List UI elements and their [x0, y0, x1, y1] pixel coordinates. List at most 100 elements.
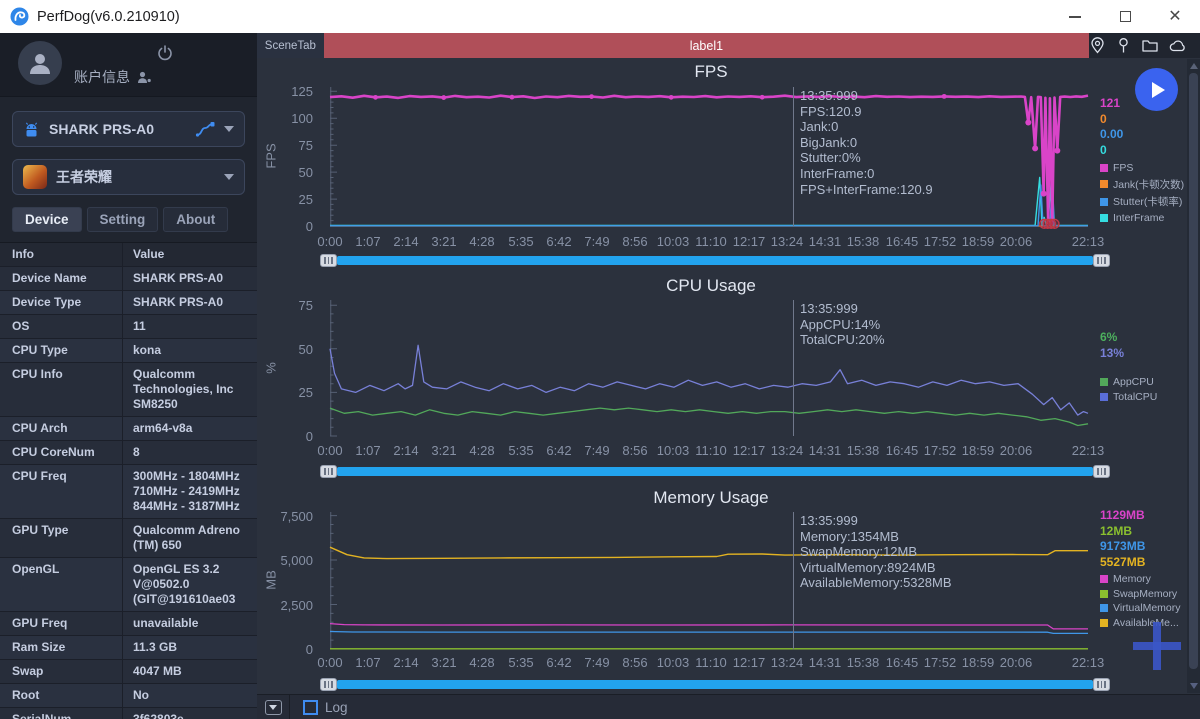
play-button[interactable] — [1135, 68, 1178, 111]
current-value: 0 — [1100, 112, 1123, 128]
x-tick-label: 22:13 — [1072, 443, 1105, 458]
x-tick-label: 2:14 — [393, 655, 418, 670]
value-cell: arm64-v8a — [122, 417, 257, 440]
y-axis-ticks: 0255075100125 — [257, 87, 321, 226]
legend-item[interactable]: InterFrame — [1100, 212, 1184, 224]
location-marker-icon[interactable] — [1089, 37, 1106, 54]
x-tick-label: 12:17 — [733, 234, 766, 249]
legend-item[interactable]: VirtualMemory — [1100, 602, 1181, 614]
minimize-button[interactable] — [1050, 0, 1100, 33]
legend-item[interactable]: TotalCPU — [1100, 391, 1157, 403]
series-interframe — [330, 178, 1088, 226]
legend-item[interactable]: Jank(卡顿次数) — [1100, 177, 1184, 192]
table-row: SerialNum3f62803e — [0, 708, 257, 719]
x-tick-label: 17:52 — [924, 443, 957, 458]
table-row: OpenGLOpenGL ES 3.2 V@0502.0 (GIT@191610… — [0, 558, 257, 612]
pin-icon[interactable] — [1115, 37, 1132, 54]
legend-label: InterFrame — [1113, 212, 1164, 224]
x-tick-label: 14:31 — [809, 234, 842, 249]
account-label[interactable]: 账户信息 — [74, 67, 152, 87]
power-button[interactable] — [157, 45, 173, 66]
current-value: 12MB — [1100, 524, 1145, 540]
scrollbar-right-grip[interactable] — [1093, 465, 1110, 478]
info-cell: OS — [0, 315, 122, 338]
info-cell: GPU Freq — [0, 612, 122, 635]
series-memory — [330, 624, 1088, 629]
device-selector[interactable]: SHARK PRS-A0 — [12, 111, 245, 147]
y-axis — [330, 512, 337, 649]
collapse-cell — [257, 695, 290, 719]
cloud-icon[interactable] — [1168, 37, 1188, 54]
scroll-down-arrow-icon[interactable] — [1190, 683, 1198, 689]
value-cell: unavailable — [122, 612, 257, 635]
avatar[interactable] — [18, 41, 62, 85]
add-annotation-button[interactable] — [1133, 622, 1181, 670]
scrollbar-left-grip[interactable] — [320, 254, 337, 267]
x-tick-label: 10:03 — [657, 443, 690, 458]
x-tick-label: 15:38 — [847, 443, 880, 458]
x-tick-label: 3:21 — [431, 234, 456, 249]
x-tick-label: 0:00 — [317, 443, 342, 458]
tab-device[interactable]: Device — [12, 207, 82, 232]
scrollbar-track[interactable] — [337, 256, 1093, 265]
tab-about[interactable]: About — [163, 207, 228, 232]
scene-tab-label1[interactable]: label1 — [324, 33, 1089, 58]
table-row: CPU Typekona — [0, 339, 257, 363]
top-icon-strip — [1089, 33, 1200, 58]
x-tick-label: 17:52 — [924, 234, 957, 249]
plot-area: 13:35:999Memory:1354MBSwapMemory:12MBVir… — [330, 512, 1092, 649]
legend-item[interactable]: SwapMemory — [1100, 588, 1181, 600]
scrollbar-track[interactable] — [337, 680, 1093, 689]
legend-item[interactable]: Memory — [1100, 573, 1181, 585]
timeline-scrollbar[interactable] — [320, 678, 1110, 691]
device-selector-value: SHARK PRS-A0 — [49, 121, 186, 137]
tab-setting[interactable]: Setting — [87, 207, 159, 232]
series-virtualmemory — [330, 632, 1088, 634]
legend-item[interactable]: AppCPU — [1100, 376, 1157, 388]
x-axis-ticks: 0:001:072:143:214:285:356:427:498:5610:0… — [330, 443, 1092, 459]
scrollbar-right-grip[interactable] — [1093, 254, 1110, 267]
timeline-scrollbar[interactable] — [320, 254, 1110, 267]
legend-label: TotalCPU — [1113, 391, 1157, 403]
table-row: GPU TypeQualcomm Adreno (TM) 650 — [0, 519, 257, 558]
current-value: 121 — [1100, 96, 1123, 112]
log-label: Log — [325, 700, 348, 715]
scroll-up-arrow-icon[interactable] — [1190, 63, 1198, 69]
folder-icon[interactable] — [1141, 37, 1159, 54]
x-tick-label: 10:03 — [657, 234, 690, 249]
y-tick-label: 25 — [299, 192, 313, 207]
legend-item[interactable]: Stutter(卡顿率) — [1100, 194, 1184, 209]
info-cell: CPU CoreNum — [0, 441, 122, 464]
legend-swatch — [1100, 214, 1108, 222]
table-row: InfoValue — [0, 243, 257, 267]
data-marker — [942, 94, 947, 99]
scrollbar-left-grip[interactable] — [320, 465, 337, 478]
sidebar: 账户信息 — [0, 33, 257, 719]
app-selector[interactable]: 王者荣耀 — [12, 159, 245, 195]
scrollbar-right-grip[interactable] — [1093, 678, 1110, 691]
log-checkbox[interactable] — [303, 700, 318, 715]
series-appcpu — [330, 408, 1088, 425]
scrollbar-track[interactable] — [337, 467, 1093, 476]
vertical-scrollbar[interactable] — [1187, 59, 1200, 693]
close-button[interactable]: ✕ — [1150, 0, 1200, 33]
x-tick-label: 16:45 — [886, 443, 919, 458]
data-marker — [441, 95, 446, 100]
vertical-scrollbar-thumb[interactable] — [1189, 73, 1198, 669]
value-cell: OpenGL ES 3.2 V@0502.0 (GIT@191610ae03 — [122, 558, 257, 611]
value-cell: SHARK PRS-A0 — [122, 291, 257, 314]
y-tick-label: 75 — [299, 138, 313, 153]
legend-label: VirtualMemory — [1113, 602, 1181, 614]
scrollbar-left-grip[interactable] — [320, 678, 337, 691]
x-tick-label: 18:59 — [962, 655, 995, 670]
data-marker — [760, 95, 765, 100]
legend-item[interactable]: FPS — [1100, 162, 1184, 174]
maximize-button[interactable] — [1100, 0, 1150, 33]
table-row: CPU CoreNum8 — [0, 441, 257, 465]
current-value: 5527MB — [1100, 555, 1145, 571]
x-tick-label: 13:24 — [771, 655, 804, 670]
collapse-panel-button[interactable] — [265, 700, 282, 715]
current-value: 0.00 — [1100, 127, 1123, 143]
data-marker — [1025, 120, 1031, 126]
timeline-scrollbar[interactable] — [320, 465, 1110, 478]
